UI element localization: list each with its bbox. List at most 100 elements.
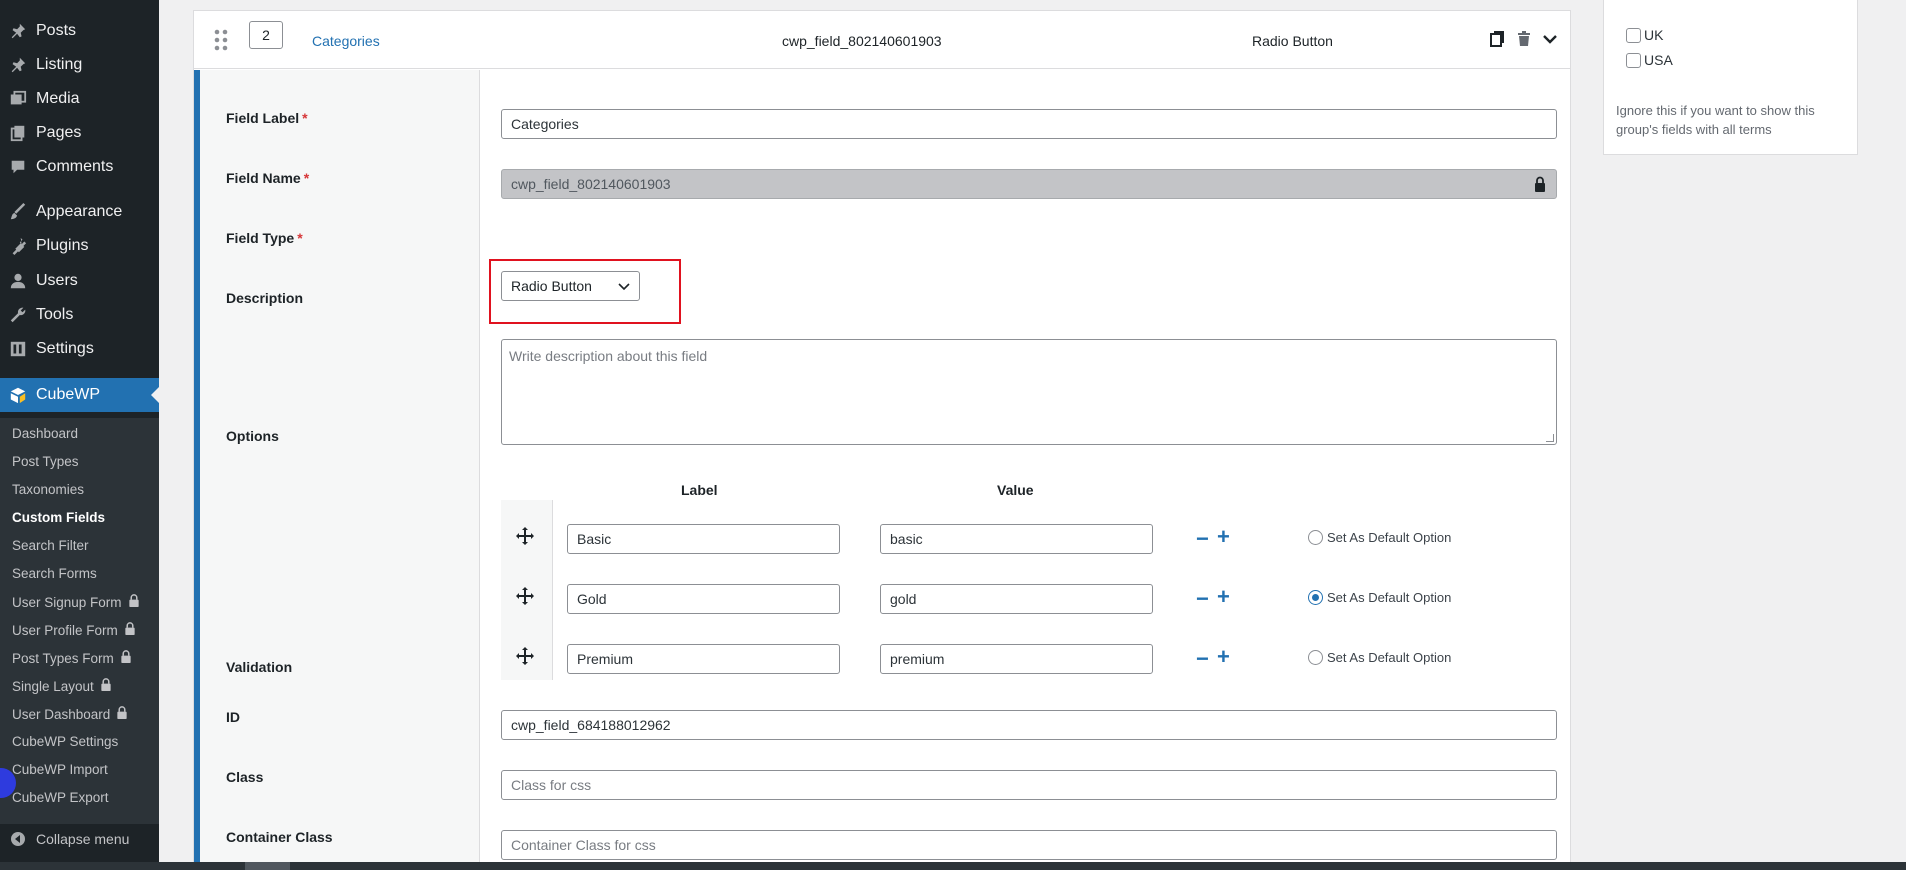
sidebar-item-listing[interactable]: Listing xyxy=(0,48,159,82)
default-option-radio[interactable]: Set As Default Option xyxy=(1308,590,1451,605)
field-name-input[interactable]: cwp_field_802140601903 xyxy=(501,169,1557,199)
add-option-button[interactable]: + xyxy=(1217,646,1230,668)
submenu-item-single-layout[interactable]: Single Layout xyxy=(12,678,112,694)
description-textarea[interactable]: Write description about this field xyxy=(501,339,1557,445)
sidebar-item-settings[interactable]: Settings xyxy=(0,332,159,366)
option-value-input[interactable]: gold xyxy=(880,584,1153,614)
field-type-select[interactable]: Radio Button xyxy=(501,271,640,301)
sidebar-item-posts[interactable]: Posts xyxy=(0,14,159,48)
cubewp-submenu: Dashboard Post Types Taxonomies Custom F… xyxy=(0,418,159,824)
user-icon xyxy=(0,272,36,290)
remove-option-button[interactable]: − xyxy=(1196,648,1209,670)
remove-option-button[interactable]: − xyxy=(1196,528,1209,550)
submenu-item-search-filter[interactable]: Search Filter xyxy=(12,538,89,553)
pin-icon xyxy=(0,56,36,74)
sidebar-item-label: Tools xyxy=(36,306,74,323)
term-checkbox-usa[interactable]: USA xyxy=(1626,52,1673,68)
submenu-item-custom-fields[interactable]: Custom Fields xyxy=(12,510,105,525)
pages-icon xyxy=(0,124,36,142)
option-value-input[interactable]: basic xyxy=(880,524,1153,554)
submenu-item-cubewp-import[interactable]: CubeWP Import xyxy=(12,762,108,777)
lock-icon xyxy=(124,622,136,638)
submenu-item-user-dashboard[interactable]: User Dashboard xyxy=(12,706,128,722)
required-marker: * xyxy=(302,110,308,126)
submenu-label: Custom Fields xyxy=(12,510,106,525)
checkbox[interactable] xyxy=(1626,27,1641,43)
drag-handle-icon[interactable] xyxy=(214,29,228,56)
submenu-item-dashboard[interactable]: Dashboard xyxy=(12,426,78,441)
required-marker: * xyxy=(303,170,310,186)
label-text: Field Label xyxy=(226,110,300,126)
submenu-item-user-profile-form[interactable]: User Profile Form xyxy=(12,622,136,638)
options-value-column-header: Value xyxy=(997,482,1034,498)
field-card-header[interactable]: 2 Categories cwp_field_802140601903 Radi… xyxy=(194,11,1570,69)
submenu-label: User Dashboard xyxy=(12,706,111,722)
submenu-item-taxonomies[interactable]: Taxonomies xyxy=(12,482,84,497)
add-option-button[interactable]: + xyxy=(1217,586,1230,608)
submenu-label: CubeWP Import xyxy=(12,762,108,777)
sidebar-item-tools[interactable]: Tools xyxy=(0,298,159,332)
option-label-input[interactable]: Gold xyxy=(567,584,840,614)
radio-button[interactable] xyxy=(1308,650,1323,665)
sidebar-item-comments[interactable]: Comments xyxy=(0,150,159,184)
move-icon[interactable] xyxy=(516,527,534,550)
taskbar-item[interactable] xyxy=(245,862,290,870)
field-header-type: Radio Button xyxy=(1252,33,1333,49)
sidebar-item-appearance[interactable]: Appearance xyxy=(0,195,159,229)
move-icon[interactable] xyxy=(516,647,534,670)
add-option-button[interactable]: + xyxy=(1217,526,1230,548)
sidebar-item-users[interactable]: Users xyxy=(0,264,159,298)
lock-icon xyxy=(116,706,128,722)
pin-icon xyxy=(0,22,36,40)
submenu-item-cubewp-export[interactable]: CubeWP Export xyxy=(12,790,109,805)
option-label-input[interactable]: Basic xyxy=(567,524,840,554)
submenu-item-cubewp-settings[interactable]: CubeWP Settings xyxy=(12,734,118,749)
term-checkbox-uk[interactable]: UK xyxy=(1626,27,1663,43)
default-option-radio[interactable]: Set As Default Option xyxy=(1308,650,1451,665)
sidebar-item-media[interactable]: Media xyxy=(0,82,159,116)
id-input[interactable]: cwp_field_684188012962 xyxy=(501,710,1557,740)
lock-icon xyxy=(1534,176,1546,195)
sidebar-item-label: Media xyxy=(36,90,80,107)
settings-icon xyxy=(0,340,36,358)
sidebar-item-plugins[interactable]: Plugins xyxy=(0,229,159,263)
submenu-item-search-forms[interactable]: Search Forms xyxy=(12,566,97,581)
option-value-input[interactable]: premium xyxy=(880,644,1153,674)
comments-icon xyxy=(0,158,36,176)
field-header-title[interactable]: Categories xyxy=(312,33,380,49)
submenu-item-post-types[interactable]: Post Types xyxy=(12,454,79,469)
field-settings-body: Field Label * Field Name * Field Type * Des… xyxy=(194,70,1570,866)
sidebar-item-pages[interactable]: Pages xyxy=(0,116,159,150)
submenu-item-post-types-form[interactable]: Post Types Form xyxy=(12,650,132,666)
class-input[interactable]: Class for css xyxy=(501,770,1557,800)
container-class-heading: Container Class xyxy=(226,829,333,845)
radio-button[interactable] xyxy=(1308,530,1323,545)
radio-button-checked[interactable] xyxy=(1308,590,1323,605)
required-marker: * xyxy=(297,230,303,246)
class-heading: Class xyxy=(226,769,264,785)
field-order-input[interactable]: 2 xyxy=(249,21,283,49)
field-label-input[interactable]: Categories xyxy=(501,109,1557,139)
wrench-icon xyxy=(0,306,36,324)
resize-handle[interactable] xyxy=(1546,434,1554,442)
checkbox[interactable] xyxy=(1626,52,1641,68)
chevron-down-icon[interactable] xyxy=(1542,30,1558,52)
lock-icon xyxy=(128,594,140,610)
chevron-down-icon xyxy=(618,278,630,294)
container-class-input[interactable]: Container Class for css xyxy=(501,830,1557,860)
field-card: 2 Categories cwp_field_802140601903 Radi… xyxy=(193,10,1571,866)
remove-option-button[interactable]: − xyxy=(1196,588,1209,610)
submenu-label: Post Types xyxy=(12,454,79,469)
duplicate-icon[interactable] xyxy=(1490,30,1506,52)
submenu-item-user-signup-form[interactable]: User Signup Form xyxy=(12,594,140,610)
trash-icon[interactable] xyxy=(1516,30,1532,52)
label-text: Field Name xyxy=(226,170,301,186)
option-label-input[interactable]: Premium xyxy=(567,644,840,674)
sidebar-item-cubewp[interactable]: CubeWP xyxy=(0,378,159,412)
sidebar-item-label: Appearance xyxy=(36,203,123,220)
default-option-radio[interactable]: Set As Default Option xyxy=(1308,530,1451,545)
move-icon[interactable] xyxy=(516,587,534,610)
submenu-label: Search Filter xyxy=(12,538,89,553)
collapse-menu-button[interactable]: Collapse menu xyxy=(0,824,159,854)
lock-icon xyxy=(120,650,132,666)
